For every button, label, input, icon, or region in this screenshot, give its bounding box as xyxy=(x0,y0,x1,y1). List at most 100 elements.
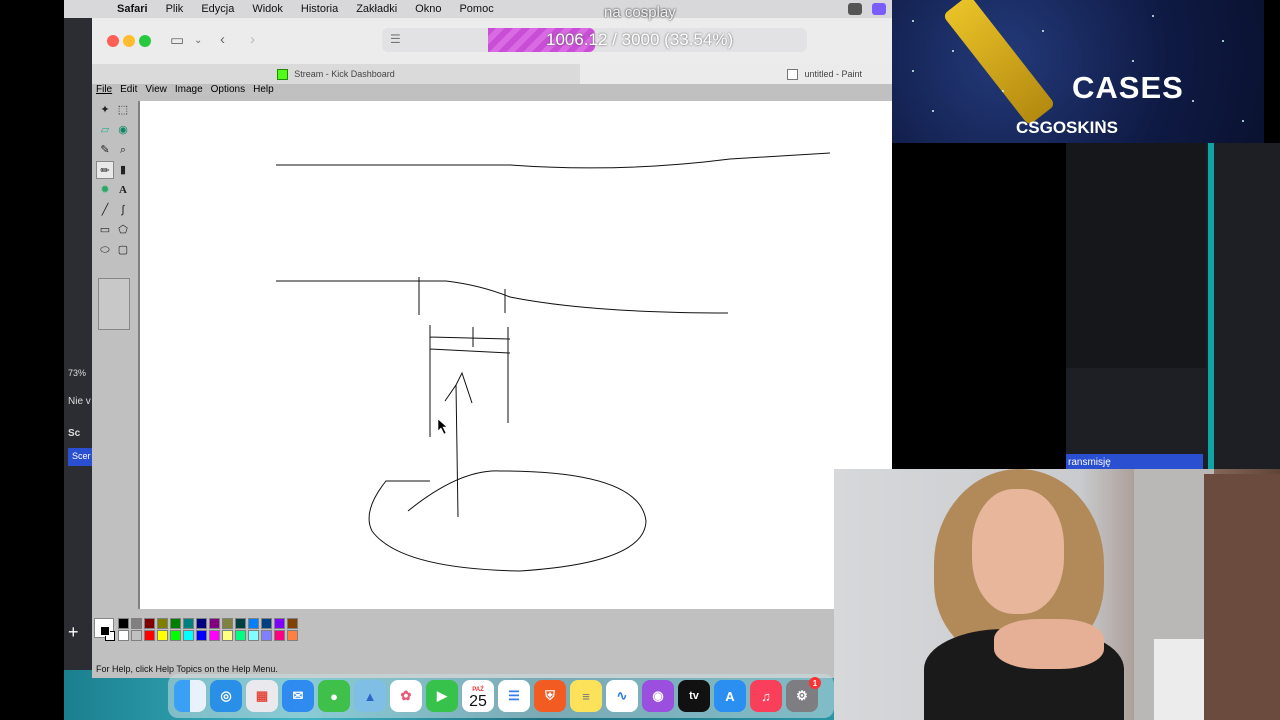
screen-share-icon[interactable] xyxy=(872,3,886,15)
drawing-canvas[interactable] xyxy=(140,101,892,609)
paint-menu-image[interactable]: Image xyxy=(171,84,207,99)
forward-icon[interactable]: › xyxy=(250,31,255,48)
palette-swatch[interactable] xyxy=(222,618,233,629)
foreground-color-swatch[interactable] xyxy=(100,626,110,636)
palette-swatch[interactable] xyxy=(183,630,194,641)
palette-swatch[interactable] xyxy=(170,618,181,629)
palette-swatch[interactable] xyxy=(183,618,194,629)
status-icon[interactable] xyxy=(848,3,862,15)
palette-swatch[interactable] xyxy=(261,618,272,629)
safari-icon[interactable]: ◎ xyxy=(210,680,242,712)
menu-app[interactable]: Safari xyxy=(108,3,157,15)
palette-swatch[interactable] xyxy=(248,630,259,641)
menu-widok[interactable]: Widok xyxy=(243,3,292,15)
chevron-down-icon[interactable]: ⌄ xyxy=(194,35,202,46)
palette-swatch[interactable] xyxy=(131,618,142,629)
palette-swatch[interactable] xyxy=(131,630,142,641)
calendar-icon[interactable]: PAŹ 25 xyxy=(462,680,494,712)
photos-icon[interactable]: ✿ xyxy=(390,680,422,712)
paint-menu-options[interactable]: Options xyxy=(207,84,249,99)
scene-button[interactable]: Scer xyxy=(68,448,92,466)
music-icon[interactable]: ♫ xyxy=(750,680,782,712)
current-colors[interactable] xyxy=(94,618,115,641)
finder-icon[interactable] xyxy=(174,680,206,712)
kick-logo-icon xyxy=(277,68,289,80)
palette-swatch[interactable] xyxy=(209,630,220,641)
freeform-icon[interactable]: ∿ xyxy=(606,680,638,712)
palette-swatch[interactable] xyxy=(222,630,233,641)
eraser-icon[interactable]: ▱ xyxy=(96,121,114,139)
curve-icon[interactable]: ∫ xyxy=(114,201,132,219)
polygon-icon[interactable]: ⬠ xyxy=(114,221,132,239)
menu-historia[interactable]: Historia xyxy=(292,3,347,15)
palette-swatch[interactable] xyxy=(196,618,207,629)
appletv-icon[interactable]: tv xyxy=(678,680,710,712)
palette-swatch[interactable] xyxy=(144,630,155,641)
fill-icon[interactable]: ◉ xyxy=(114,121,132,139)
launchpad-icon[interactable]: ▦ xyxy=(246,680,278,712)
rectangle-icon[interactable]: ▭ xyxy=(96,221,114,239)
palette-swatch[interactable] xyxy=(144,618,155,629)
free-select-icon[interactable]: ✦ xyxy=(96,101,114,119)
maps-icon[interactable]: ▲ xyxy=(354,680,386,712)
rect-select-icon[interactable]: ⬚ xyxy=(114,101,132,119)
podcasts-icon[interactable]: ◉ xyxy=(642,680,674,712)
palette-swatch[interactable] xyxy=(274,618,285,629)
brush-icon[interactable]: ▮ xyxy=(114,161,132,179)
palette-swatch[interactable] xyxy=(248,618,259,629)
menu-plik[interactable]: Plik xyxy=(157,3,193,15)
menu-pomoc[interactable]: Pomoc xyxy=(450,3,502,15)
palette-swatch[interactable] xyxy=(235,618,246,629)
paint-menu-edit[interactable]: Edit xyxy=(116,84,141,99)
drawing xyxy=(276,152,831,572)
tab-paint[interactable]: untitled - Paint xyxy=(580,64,892,84)
add-icon[interactable]: + xyxy=(68,622,79,643)
rounded-rect-icon[interactable]: ▢ xyxy=(114,241,132,259)
palette-swatch[interactable] xyxy=(209,618,220,629)
notes-icon[interactable]: ≡ xyxy=(570,680,602,712)
reminders-icon[interactable]: ☰ xyxy=(498,680,530,712)
palette-swatch[interactable] xyxy=(157,630,168,641)
palette-swatch[interactable] xyxy=(287,630,298,641)
palette-swatch[interactable] xyxy=(287,618,298,629)
pencil-icon[interactable]: ✏ xyxy=(96,161,114,179)
palette-swatch[interactable] xyxy=(157,618,168,629)
airbrush-icon[interactable]: ✹ xyxy=(96,181,114,199)
ellipse-icon[interactable]: ⬭ xyxy=(96,241,114,259)
palette-swatch[interactable] xyxy=(274,630,285,641)
appstore-icon[interactable]: A xyxy=(714,680,746,712)
menu-edycja[interactable]: Edycja xyxy=(192,3,243,15)
palette-swatch[interactable] xyxy=(118,618,129,629)
paint-menu-view[interactable]: View xyxy=(141,84,171,99)
magnifier-icon[interactable]: ⌕ xyxy=(114,141,132,159)
star xyxy=(1152,15,1154,17)
brave-icon[interactable]: ⛨ xyxy=(534,680,566,712)
reader-icon[interactable]: ☰ xyxy=(390,32,401,46)
palette-swatch[interactable] xyxy=(196,630,207,641)
star xyxy=(1042,30,1044,32)
palette-swatch[interactable] xyxy=(261,630,272,641)
paint-menu-file[interactable]: File xyxy=(92,84,116,99)
ad-banner[interactable]: CASES CSGOSKINS xyxy=(892,0,1272,143)
mail-icon[interactable]: ✉ xyxy=(282,680,314,712)
star xyxy=(912,70,914,72)
palette-swatch[interactable] xyxy=(170,630,181,641)
paint-menu-help[interactable]: Help xyxy=(249,84,278,99)
palette-swatch[interactable] xyxy=(118,630,129,641)
close-window-button[interactable] xyxy=(107,35,119,47)
sidebar-icon[interactable]: ▭ xyxy=(170,31,184,49)
back-icon[interactable]: ‹ xyxy=(220,31,225,48)
settings-icon[interactable]: ⚙ 1 xyxy=(786,677,821,712)
minimize-window-button[interactable] xyxy=(123,35,135,47)
tab-kick-dashboard[interactable]: Stream - Kick Dashboard xyxy=(92,64,580,84)
facetime-icon[interactable]: ▶ xyxy=(426,680,458,712)
tool-options[interactable] xyxy=(98,278,130,330)
messages-icon[interactable]: ● xyxy=(318,680,350,712)
menu-zakladki[interactable]: Zakładki xyxy=(347,3,406,15)
menu-okno[interactable]: Okno xyxy=(406,3,450,15)
line-icon[interactable]: ╱ xyxy=(96,201,114,219)
color-picker-icon[interactable]: ✎ xyxy=(96,141,114,159)
text-icon[interactable]: A xyxy=(114,181,132,199)
palette-swatch[interactable] xyxy=(235,630,246,641)
zoom-window-button[interactable] xyxy=(139,35,151,47)
